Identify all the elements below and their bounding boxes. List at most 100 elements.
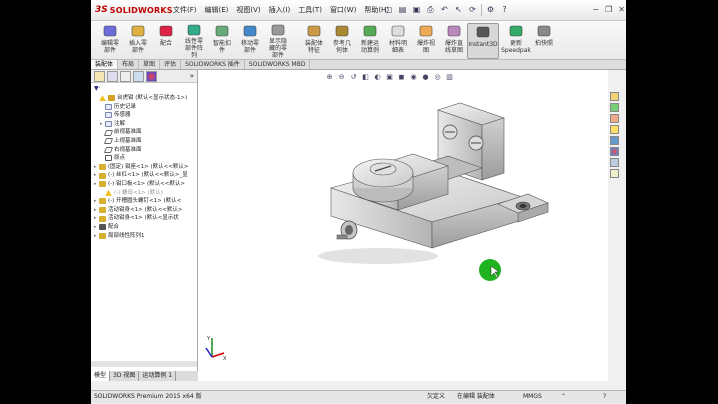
tree-item[interactable]: ▸ (-) 开槽圆头螺钉<1> (默认< — [91, 197, 197, 206]
graphics-area[interactable]: Y X — [198, 70, 608, 381]
move-component-button[interactable]: 移动零 部件 — [235, 23, 265, 57]
show-hidden-button[interactable]: 显示隐 藏的零 部件 — [263, 23, 293, 59]
tree-item[interactable]: 右视基准面 — [91, 146, 197, 155]
instant3d-button[interactable]: Instant3D — [467, 23, 499, 59]
tree-item[interactable]: 原点 — [91, 154, 197, 163]
exploded-view-button[interactable]: 爆炸视 图 — [411, 23, 441, 57]
file-explorer-icon[interactable] — [610, 125, 619, 134]
help-status-icon[interactable]: ? — [603, 392, 606, 402]
edit-component-button[interactable]: 编辑零 部件 — [95, 23, 125, 57]
tree-item[interactable]: ▸ 局部线性阵列1 — [91, 232, 197, 241]
bottom-tab-2[interactable]: 运动算例 1 — [139, 371, 177, 381]
bom-button[interactable]: 材料明 细表 — [383, 23, 413, 57]
menu-item-0[interactable]: 文件(F) — [169, 5, 201, 15]
reference-geometry-icon — [334, 23, 350, 39]
tab-1[interactable]: 布局 — [118, 60, 140, 69]
chevron-up-icon[interactable]: ⌃ — [561, 392, 566, 402]
help-icon[interactable]: ? — [499, 4, 510, 15]
custom-properties-icon[interactable] — [610, 158, 619, 167]
command-manager-ribbon: 编辑零 部件 插入零 部件 配合 线性零 部件阵 列智能扣 件移动零 部件 显示隐 藏的… — [91, 21, 627, 60]
menu-item-2[interactable]: 视图(V) — [232, 5, 264, 15]
appearances-icon[interactable] — [610, 147, 619, 156]
display-manager-tab-icon[interactable] — [146, 70, 157, 82]
minimize-icon[interactable]: − — [592, 5, 599, 14]
tree-item[interactable]: 历史记录 — [91, 103, 197, 112]
tree-item[interactable]: ▸ (固定) 钳座<1> (默认<<默认> — [91, 163, 197, 172]
tree-item-label: 传感器 — [114, 112, 131, 119]
open-folder-icon[interactable]: ▤ — [397, 4, 408, 15]
tree-item[interactable]: ▸ 配合 — [91, 223, 197, 232]
view-settings-icon[interactable]: ▥ — [445, 72, 454, 81]
tab-4[interactable]: SOLIDWORKS 插件 — [181, 60, 245, 69]
options-gear-icon[interactable]: ⚙ — [485, 4, 496, 15]
assembly-feature-button[interactable]: 装配体 特征 — [299, 23, 329, 57]
expand-panel-icon[interactable]: » — [190, 72, 194, 80]
dim-xpert-tab-icon[interactable] — [133, 70, 144, 82]
snapshot-button[interactable]: 拍快照 — [529, 23, 559, 57]
tree-item[interactable]: 上视基准面 — [91, 137, 197, 146]
menu-item-5[interactable]: 窗口(W) — [326, 5, 360, 15]
linear-pattern-button[interactable]: 线性零 部件阵 列 — [179, 23, 209, 59]
undo-icon[interactable]: ↶ — [439, 4, 450, 15]
menu-item-3[interactable]: 插入(I) — [265, 5, 295, 15]
save-icon[interactable]: ▣ — [411, 4, 422, 15]
tree-item[interactable]: 台虎钳 (默认<显示状态-1>) — [91, 94, 197, 103]
solidworks-logo[interactable]: 3S SOLIDWORKS — [95, 4, 173, 16]
scene-icon[interactable]: ◎ — [433, 72, 442, 81]
panel-horizontal-scrollbar[interactable] — [91, 361, 197, 367]
zoom-area-icon[interactable]: ⊖ — [337, 72, 346, 81]
reference-geometry-button[interactable]: 参考几 何体 — [327, 23, 357, 57]
smart-fastener-button[interactable]: 智能扣 件 — [207, 23, 237, 57]
restore-icon[interactable]: ❐ — [605, 5, 612, 14]
tree-item[interactable]: ▸ (-) 钳口板<1> (默认<<默认> — [91, 180, 197, 189]
new-document-icon[interactable]: ▢ — [383, 4, 394, 15]
new-motion-study-button[interactable]: 新建运 动算例 — [355, 23, 385, 57]
tab-5[interactable]: SOLIDWORKS MBD — [245, 60, 311, 69]
dynamic-annotation-icon[interactable]: ◐ — [373, 72, 382, 81]
tree-item[interactable]: 传感器 — [91, 111, 197, 120]
tree-filter-icon[interactable]: ▼· — [91, 83, 197, 93]
hide-show-items-icon[interactable]: ◉ — [409, 72, 418, 81]
view-palette-icon[interactable] — [610, 136, 619, 145]
forum-icon[interactable] — [610, 169, 619, 178]
tab-3[interactable]: 评估 — [160, 60, 182, 69]
feature-tree-tab-icon[interactable] — [94, 70, 105, 82]
tree-item[interactable]: ▸ 活动钳身<1> (默认<显示状 — [91, 214, 197, 223]
design-library-icon[interactable] — [610, 114, 619, 123]
menu-item-1[interactable]: 编辑(E) — [201, 5, 233, 15]
status-edit-mode: 在编辑 装配体 — [457, 393, 495, 400]
edit-appearance-icon[interactable]: ● — [421, 72, 430, 81]
previous-view-icon[interactable]: ↺ — [349, 72, 358, 81]
mate-button[interactable]: 配合 — [151, 23, 181, 57]
home-icon[interactable] — [610, 92, 619, 101]
tab-2[interactable]: 草图 — [139, 60, 161, 69]
view-orientation-icon[interactable]: ▣ — [385, 72, 394, 81]
menu-item-4[interactable]: 工具(T) — [294, 5, 326, 15]
explode-line-sketch-button[interactable]: 爆炸直 线草图 — [439, 23, 469, 57]
print-icon[interactable]: ⎙ — [425, 4, 436, 15]
bottom-tab-1[interactable]: 3D 视图 — [110, 371, 140, 381]
tree-item[interactable]: ▸ 活动钳身<1> (默认<<默认> — [91, 206, 197, 215]
insert-component-button[interactable]: 插入零 部件 — [123, 23, 153, 57]
asm-icon — [108, 95, 115, 102]
bottom-tab-0[interactable]: 模型 — [91, 371, 111, 381]
tree-item[interactable]: ▸ 注解 — [91, 120, 197, 129]
status-units[interactable]: MMGS — [523, 392, 542, 402]
config-manager-tab-icon[interactable] — [120, 70, 131, 82]
tree-item[interactable]: (-) 螺母<1> (默认) — [91, 189, 197, 198]
section-view-icon[interactable]: ◧ — [361, 72, 370, 81]
linear-pattern-icon — [186, 23, 202, 37]
close-icon[interactable]: ✕ — [618, 5, 625, 14]
display-style-icon[interactable]: ◼ — [397, 72, 406, 81]
panel-toolbar: » — [91, 70, 197, 83]
select-arrow-icon[interactable]: ↖ — [453, 4, 464, 15]
tab-0[interactable]: 装配体 — [91, 60, 119, 69]
tree-item[interactable]: ▸ (-) 丝杠<1> (默认<<默认>_显 — [91, 171, 197, 180]
zoom-to-fit-icon[interactable]: ⊕ — [325, 72, 334, 81]
tree-item[interactable]: 前视基准面 — [91, 128, 197, 137]
property-manager-tab-icon[interactable] — [107, 70, 118, 82]
tree-item-label: 历史记录 — [114, 103, 137, 110]
rebuild-icon[interactable]: ⟳ — [467, 4, 478, 15]
update-speedpak-button[interactable]: 更新 Speedpak — [501, 23, 531, 57]
resources-icon[interactable] — [610, 103, 619, 112]
